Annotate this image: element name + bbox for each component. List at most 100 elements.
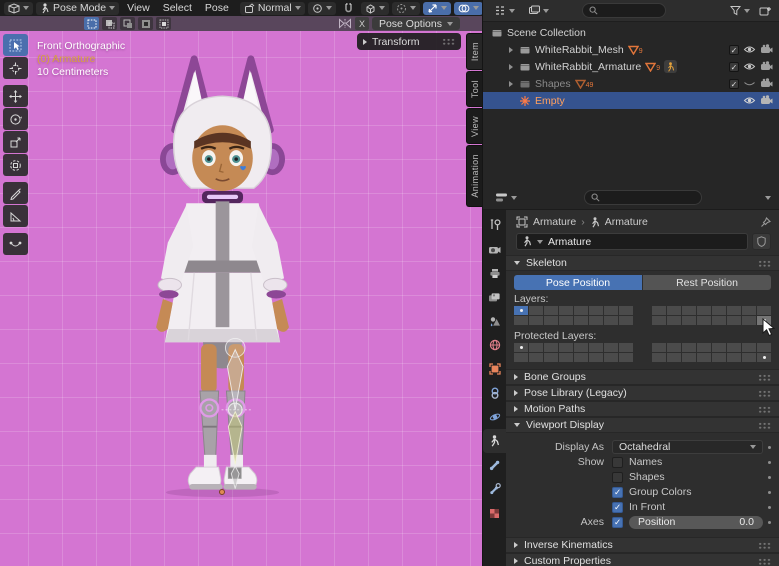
- new-collection-button[interactable]: [759, 5, 772, 17]
- axes-position-slider[interactable]: Position 0.0: [629, 516, 763, 529]
- tab-render[interactable]: [483, 237, 506, 261]
- breadcrumb-object[interactable]: Armature: [533, 216, 576, 228]
- layer-toggle-cell[interactable]: [727, 306, 741, 315]
- layer-toggle-cell[interactable]: [757, 343, 771, 352]
- tab-tool[interactable]: [483, 213, 506, 237]
- scale-tool[interactable]: [3, 131, 28, 153]
- mirror-x-toggle[interactable]: X: [355, 17, 369, 30]
- layer-toggle-cell[interactable]: [619, 306, 633, 315]
- sidebar-tab-animation[interactable]: Animation: [466, 145, 482, 207]
- axes-checkbox[interactable]: [612, 517, 623, 528]
- layer-toggle-cell[interactable]: [757, 353, 771, 362]
- select-mode-invert-button[interactable]: [138, 17, 153, 30]
- layer-toggle-cell[interactable]: [619, 353, 633, 362]
- layer-toggle-cell[interactable]: [667, 353, 681, 362]
- in-front-checkbox[interactable]: [612, 502, 623, 513]
- panel-drag-handle[interactable]: [758, 390, 771, 397]
- layer-toggle-cell[interactable]: [514, 316, 528, 325]
- layer-toggle-cell[interactable]: [667, 343, 681, 352]
- layer-toggle-cell[interactable]: [544, 353, 558, 362]
- panel-drag-handle[interactable]: [758, 558, 771, 565]
- transform-tool[interactable]: [3, 154, 28, 176]
- viewport-canvas[interactable]: Front Orthographic (0) Armature 10 Centi…: [0, 31, 482, 566]
- camera-icon[interactable]: [760, 44, 773, 55]
- layer-toggle-cell[interactable]: [619, 316, 633, 325]
- panel-drag-handle[interactable]: [758, 422, 771, 429]
- measure-tool[interactable]: [3, 205, 28, 227]
- tweak-select-tool[interactable]: [3, 34, 28, 56]
- tab-scene[interactable]: [483, 309, 506, 333]
- layer-toggle-cell[interactable]: [514, 353, 528, 362]
- layer-toggle-cell[interactable]: [619, 343, 633, 352]
- tab-bone-constraints[interactable]: [483, 477, 506, 501]
- breadcrumb-data[interactable]: Armature: [605, 216, 648, 228]
- tab-world[interactable]: [483, 333, 506, 357]
- layer-toggle-cell[interactable]: [742, 343, 756, 352]
- layer-toggle-cell[interactable]: [727, 353, 741, 362]
- outliner-scope-dropdown[interactable]: [524, 4, 553, 17]
- armature-origin-point[interactable]: [219, 489, 225, 495]
- panel-drag-handle[interactable]: [758, 374, 771, 381]
- properties-editor-type-dropdown[interactable]: [491, 191, 521, 204]
- layer-toggle-cell[interactable]: [529, 316, 543, 325]
- tab-bone[interactable]: [483, 453, 506, 477]
- camera-icon[interactable]: [760, 95, 773, 106]
- cursor-tool[interactable]: [3, 57, 28, 79]
- animate-decorator[interactable]: [763, 491, 775, 494]
- overlays-toggle[interactable]: [454, 2, 483, 15]
- snap-toggle[interactable]: [339, 2, 358, 15]
- layer-toggle-cell[interactable]: [757, 306, 771, 315]
- character-3d-model[interactable]: [118, 53, 328, 499]
- armature-name-field[interactable]: Armature: [516, 233, 748, 250]
- layer-toggle-cell[interactable]: [589, 306, 603, 315]
- layer-toggle-cell[interactable]: [712, 316, 726, 325]
- pose-position-button[interactable]: Pose Position: [514, 275, 642, 290]
- layer-toggle-cell[interactable]: [652, 343, 666, 352]
- layer-toggle-cell[interactable]: [589, 343, 603, 352]
- tab-view-layer[interactable]: [483, 285, 506, 309]
- properties-options-dropdown[interactable]: [765, 196, 771, 200]
- outliner-row-whiterabbit-mesh[interactable]: WhiteRabbit_Mesh 9 ✓: [483, 41, 779, 58]
- outliner-row-empty[interactable]: Empty: [483, 92, 779, 109]
- layer-toggle-cell[interactable]: [727, 316, 741, 325]
- panel-header-pose-library[interactable]: Pose Library (Legacy): [506, 385, 779, 401]
- editor-type-button[interactable]: [4, 2, 33, 15]
- panel-header-skeleton[interactable]: Skeleton: [506, 255, 779, 271]
- layer-toggle-cell[interactable]: [652, 316, 666, 325]
- group-colors-checkbox[interactable]: [612, 487, 623, 498]
- animate-decorator[interactable]: [763, 521, 775, 524]
- expand-arrow-icon[interactable]: [507, 81, 515, 87]
- animate-decorator[interactable]: [763, 506, 775, 509]
- exclude-checkbox[interactable]: ✓: [729, 62, 739, 72]
- mode-dropdown[interactable]: Pose Mode: [36, 2, 119, 15]
- layer-toggle-cell[interactable]: [712, 353, 726, 362]
- layer-toggle-cell[interactable]: [514, 343, 528, 352]
- layer-toggle-cell[interactable]: [652, 306, 666, 315]
- layer-toggle-cell[interactable]: [544, 306, 558, 315]
- layer-toggle-cell[interactable]: [742, 316, 756, 325]
- fake-user-button[interactable]: [752, 233, 771, 250]
- layer-toggle-cell[interactable]: [574, 316, 588, 325]
- panel-header-bone-groups[interactable]: Bone Groups: [506, 369, 779, 385]
- layer-toggle-cell[interactable]: [667, 316, 681, 325]
- layer-toggle-cell[interactable]: [559, 306, 573, 315]
- outliner-row-whiterabbit-armature[interactable]: WhiteRabbit_Armature 9 ✓: [483, 58, 779, 75]
- pivot-point-dropdown[interactable]: [308, 2, 336, 15]
- exclude-checkbox[interactable]: ✓: [729, 79, 739, 89]
- panel-drag-handle[interactable]: [442, 38, 455, 45]
- layer-toggle-cell[interactable]: [742, 306, 756, 315]
- sidebar-tab-tool[interactable]: Tool: [466, 71, 482, 107]
- rest-position-button[interactable]: Rest Position: [643, 275, 771, 290]
- select-mode-intersect-button[interactable]: [156, 17, 171, 30]
- names-checkbox[interactable]: [612, 457, 623, 468]
- annotate-tool[interactable]: [3, 182, 28, 204]
- tab-object-data-armature[interactable]: [483, 429, 506, 453]
- gizmo-toggle[interactable]: [423, 2, 451, 15]
- layer-toggle-cell[interactable]: [544, 316, 558, 325]
- layer-toggle-cell[interactable]: [589, 316, 603, 325]
- panel-header-inverse-kinematics[interactable]: Inverse Kinematics: [506, 537, 779, 553]
- panel-header-viewport-display[interactable]: Viewport Display: [506, 417, 779, 433]
- layer-toggle-cell[interactable]: [574, 353, 588, 362]
- select-mode-set-button[interactable]: [84, 17, 99, 30]
- sidebar-tab-item[interactable]: Item: [466, 33, 482, 70]
